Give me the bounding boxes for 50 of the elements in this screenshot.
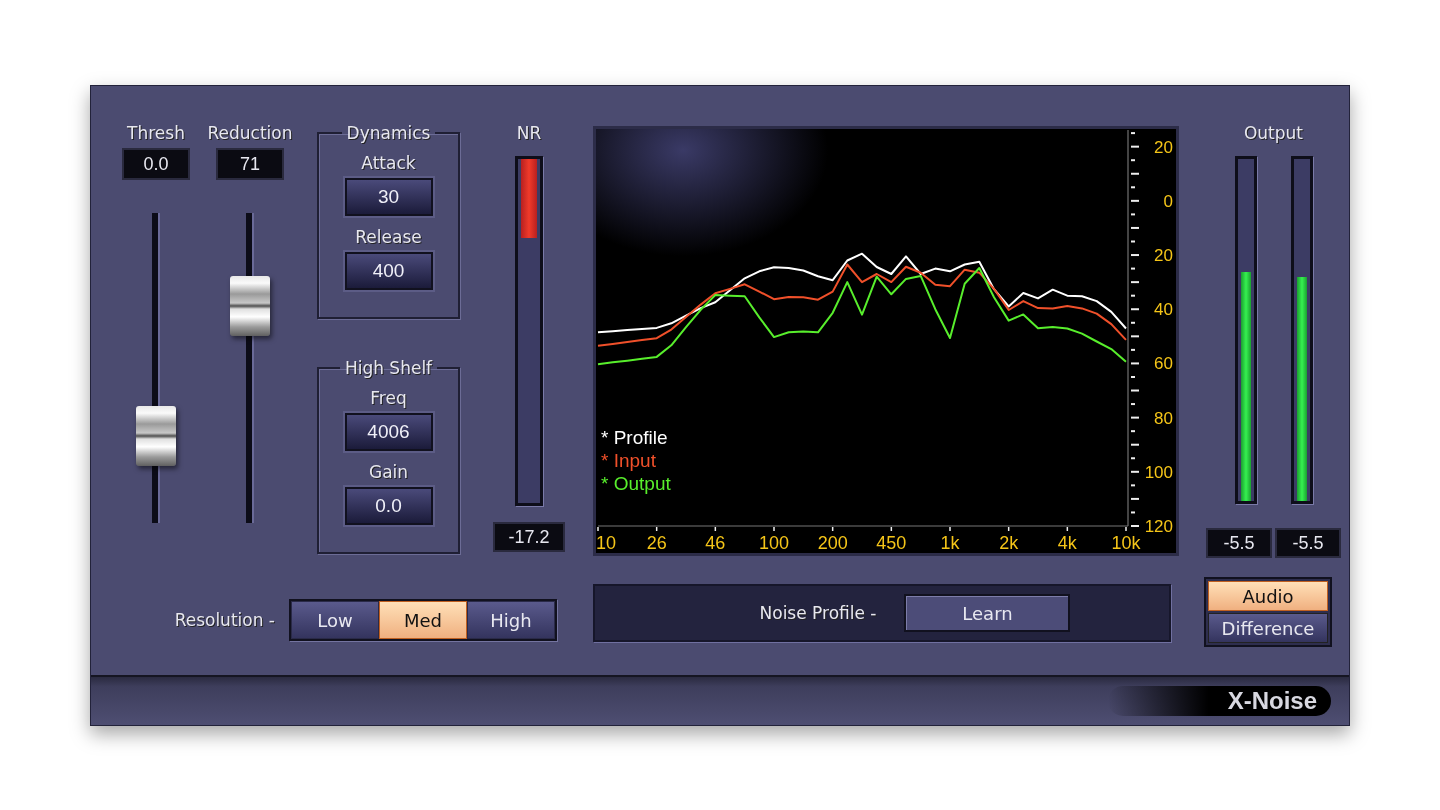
y-tick-label: 120	[1144, 517, 1173, 536]
x-tick-label: 46	[705, 533, 726, 553]
value-readout: -5.5	[1275, 528, 1341, 558]
slider-thumb[interactable]	[136, 406, 176, 467]
monitor-button[interactable]: Difference	[1208, 613, 1328, 643]
y-tick-label: 100	[1144, 462, 1173, 482]
field-label: Release	[355, 226, 422, 248]
y-tick-label: 20	[1154, 246, 1173, 266]
x-tick-label: 4k	[1057, 533, 1077, 553]
value-readout: 0.0	[122, 148, 190, 180]
segment-button[interactable]: Low	[291, 601, 379, 639]
learn-button[interactable]: Learn	[904, 594, 1071, 632]
value-field[interactable]: 30	[344, 178, 433, 216]
legend-label: * Input	[601, 450, 656, 471]
value-readout: -5.5	[1206, 528, 1272, 558]
slider-label: Thresh	[127, 122, 185, 144]
x-tick-label: 1k	[940, 533, 960, 553]
value-field[interactable]: 0.0	[344, 487, 433, 525]
group-title: Dynamics	[345, 122, 432, 144]
legend-label: * Profile	[601, 427, 668, 448]
segment-button[interactable]: High	[467, 601, 555, 639]
field-label: Freq	[370, 387, 407, 409]
x-tick-label: 450	[876, 533, 907, 553]
group-title: High Shelf	[343, 357, 434, 379]
slider-thumb[interactable]	[230, 276, 270, 336]
x-tick-label: 100	[759, 533, 789, 553]
noise-profile-label: Noise Profile -	[759, 602, 877, 624]
y-tick-label: 60	[1154, 354, 1173, 374]
y-tick-label: 20	[1154, 137, 1173, 157]
resolution-label: Resolution -	[174, 609, 275, 631]
field-label: Attack	[361, 152, 416, 174]
x-tick-label: 2k	[999, 533, 1019, 553]
x-tick-label: 200	[817, 533, 848, 553]
y-tick-label: 80	[1154, 408, 1173, 428]
segment-button[interactable]: Med	[379, 601, 467, 639]
x-tick-label: 10	[596, 533, 617, 553]
field-label: Gain	[368, 461, 409, 483]
value-field[interactable]: 400	[344, 252, 433, 290]
value-readout: -17.2	[493, 522, 565, 552]
x-tick-label: 26	[646, 533, 667, 553]
meter-label: NR	[516, 122, 542, 144]
x-tick-label: 10k	[1111, 533, 1141, 553]
monitor-button[interactable]: Audio	[1208, 581, 1328, 611]
y-tick-label: 0	[1163, 191, 1173, 211]
value-field[interactable]: 4006	[344, 413, 433, 451]
y-tick-label: 40	[1154, 300, 1173, 320]
value-readout: 71	[216, 148, 284, 180]
meter-label: Output	[1243, 122, 1304, 144]
slider-label: Reduction	[207, 122, 293, 144]
legend-label: * Output	[601, 473, 671, 494]
